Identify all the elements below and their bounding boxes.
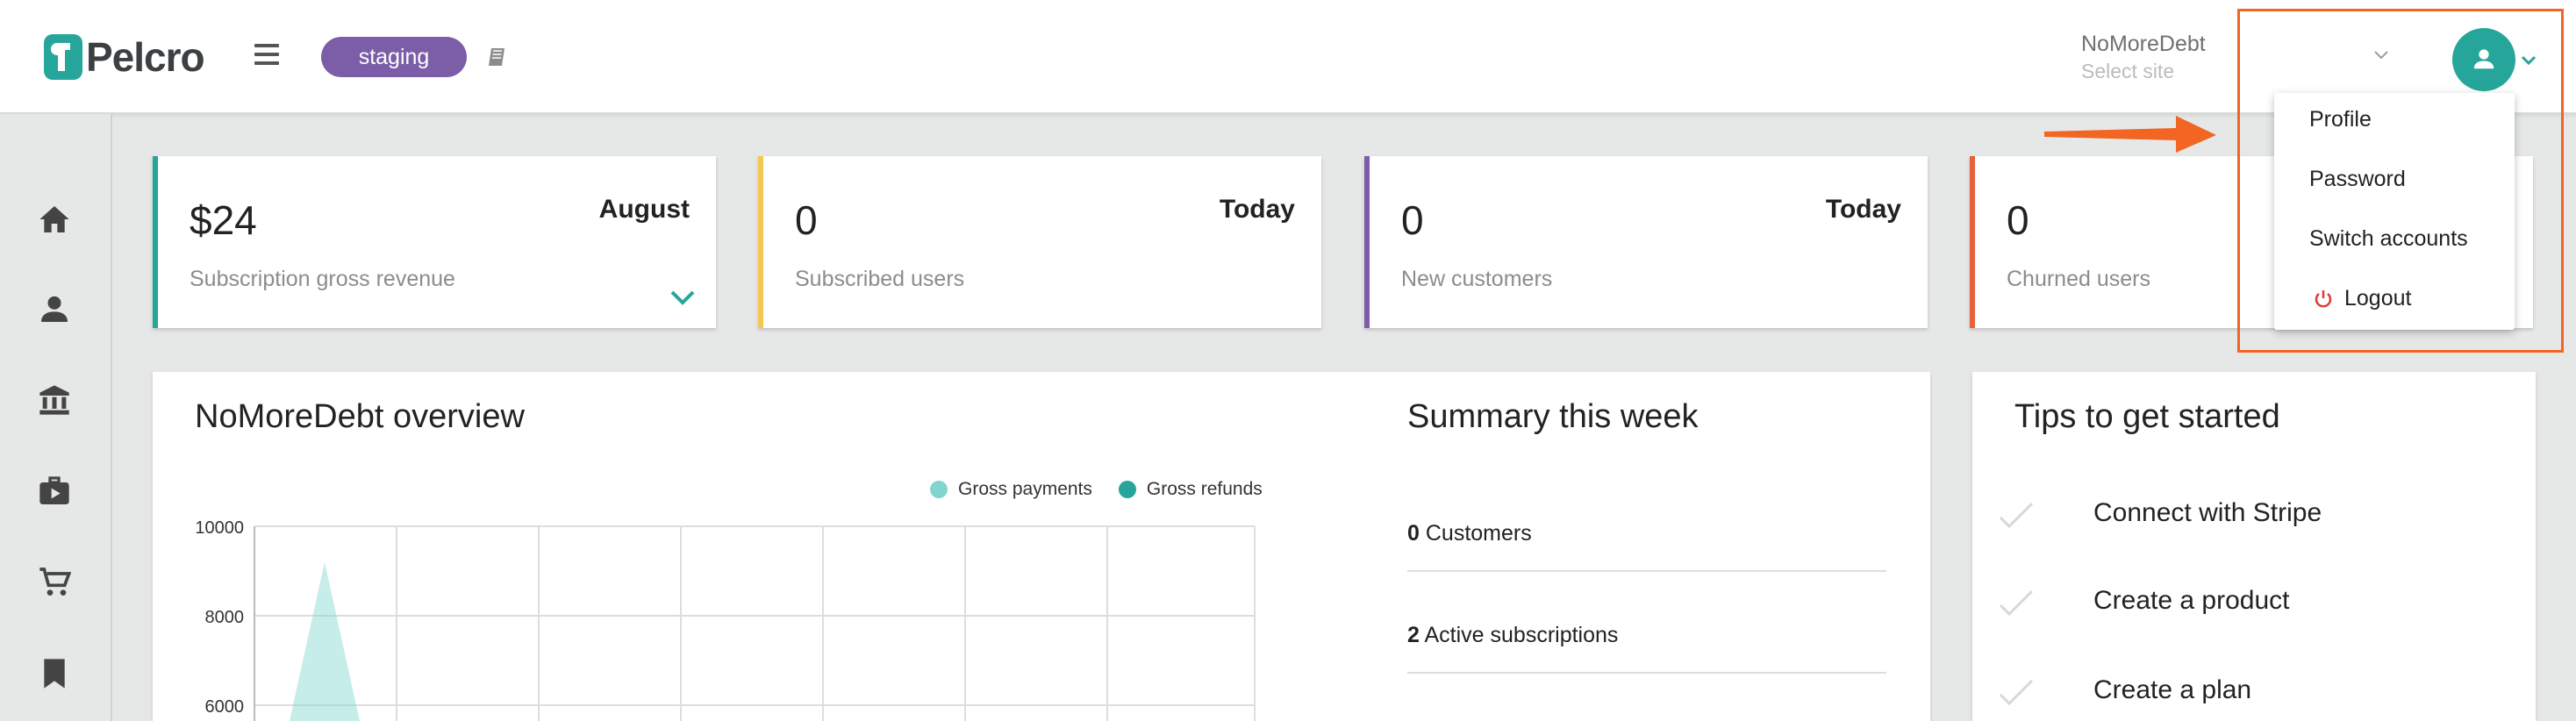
pelcro-logo[interactable]: Pelcro [44,33,205,81]
summary-row-customers: 0 Customers [1407,521,1886,572]
person-icon[interactable] [37,291,72,326]
summary-count: 0 [1407,521,1420,546]
top-header: Pelcro staging NoMoreDebt Select site [0,0,2576,114]
site-select-placeholder[interactable]: Select site [2081,60,2174,83]
logo-text: Pelcro [86,34,205,80]
check-icon [1999,679,2034,706]
cart-icon[interactable] [37,565,72,600]
overview-title: NoMoreDebt overview [195,398,525,435]
chart-grid [254,525,1256,721]
stat-card-subscribed[interactable]: 0 Today Subscribed users [758,156,1321,328]
legend-dot [930,481,948,498]
bookmark-icon[interactable] [37,656,72,691]
stat-period: Today [1825,195,1901,224]
tips-title: Tips to get started [2014,398,2280,435]
book-icon[interactable] [486,46,509,68]
gross-payments-area [290,561,360,721]
stat-card-revenue[interactable]: $24 August Subscription gross revenue [153,156,716,328]
chevron-down-icon[interactable] [669,288,697,307]
stat-period: Today [1219,195,1295,224]
stat-label: Churned users [2007,267,2150,291]
annotation-arrow-icon [2044,116,2216,153]
legend-label: Gross refunds [1146,479,1263,499]
tip-label: Connect with Stripe [2093,498,2322,527]
sidebar [0,114,112,721]
summary-count: 2 [1407,623,1420,647]
hamburger-menu-icon[interactable] [254,44,279,65]
stat-value: 0 [2007,197,2029,243]
stat-label: New customers [1401,267,1553,291]
legend-item-gross-refunds[interactable]: Gross refunds [1118,479,1263,500]
tip-label: Create a plan [2093,675,2252,704]
legend-dot [1118,481,1136,498]
stat-card-new-customers[interactable]: 0 Today New customers [1364,156,1928,328]
stat-label: Subscription gross revenue [190,267,455,291]
summary-row-subscriptions: 2 Active subscriptions [1407,623,1886,674]
stat-value: 0 [795,197,818,243]
stat-value: $24 [190,197,257,243]
check-icon [1999,502,2034,529]
legend-label: Gross payments [958,479,1092,499]
home-icon[interactable] [37,202,72,237]
check-icon [1999,589,2034,617]
annotation-highlight-box [2237,9,2564,353]
y-tick-label: 10000 [195,518,244,538]
summary-label: Customers [1425,521,1532,546]
environment-badge[interactable]: staging [321,37,467,77]
stat-label: Subscribed users [795,267,965,291]
tip-label: Create a product [2093,586,2290,615]
pelcro-logo-icon [44,34,82,80]
summary-title: Summary this week [1407,398,1699,435]
summary-label: Active subscriptions [1424,623,1619,647]
legend-item-gross-payments[interactable]: Gross payments [930,479,1092,500]
stat-period: August [598,195,690,224]
chart-legend: Gross payments Gross refunds [930,479,1289,500]
stat-value: 0 [1401,197,1424,243]
overview-chart: 10000 8000 6000 [195,518,1256,721]
briefcase-play-icon[interactable] [37,474,72,509]
site-name[interactable]: NoMoreDebt [2081,32,2206,57]
y-tick-label: 6000 [205,697,245,717]
bank-icon[interactable] [37,382,72,418]
y-tick-label: 8000 [205,608,245,627]
